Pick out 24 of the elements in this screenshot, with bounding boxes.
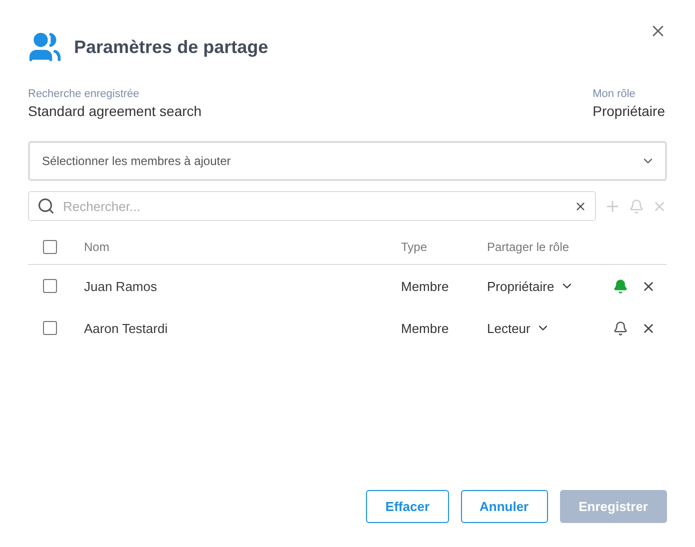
users-icon [28, 30, 62, 64]
info-label: Mon rôle [592, 88, 636, 100]
checkbox[interactable] [43, 279, 57, 293]
bell-icon[interactable] [613, 278, 628, 294]
checkbox[interactable] [43, 321, 57, 335]
info-label: Recherche enregistrée [28, 88, 140, 100]
member-type: Membre [401, 320, 450, 338]
member-name: Aaron Testardi [84, 320, 169, 338]
role-dropdown[interactable]: Propriétaire [487, 278, 574, 294]
member-name: Juan Ramos [84, 278, 158, 296]
bell-icon[interactable] [613, 320, 628, 336]
column-header: Partager le rôle [487, 229, 613, 265]
member-select[interactable]: Sélectionner les membres à ajouter [28, 141, 667, 181]
column-header: Type [401, 229, 487, 265]
info-value: Propriétaire [592, 103, 665, 119]
dialog-title: Paramètres de partage [74, 36, 270, 58]
member-type: Membre [401, 278, 450, 296]
info-value: Standard agreement search [28, 103, 202, 119]
column-header: Nom [84, 229, 401, 265]
search-icon [37, 197, 55, 215]
clear-button[interactable] [574, 200, 587, 212]
search-field[interactable]: Rechercher... [28, 191, 596, 221]
role-dropdown[interactable]: Lecteur [487, 320, 550, 336]
checkbox[interactable] [43, 240, 57, 254]
